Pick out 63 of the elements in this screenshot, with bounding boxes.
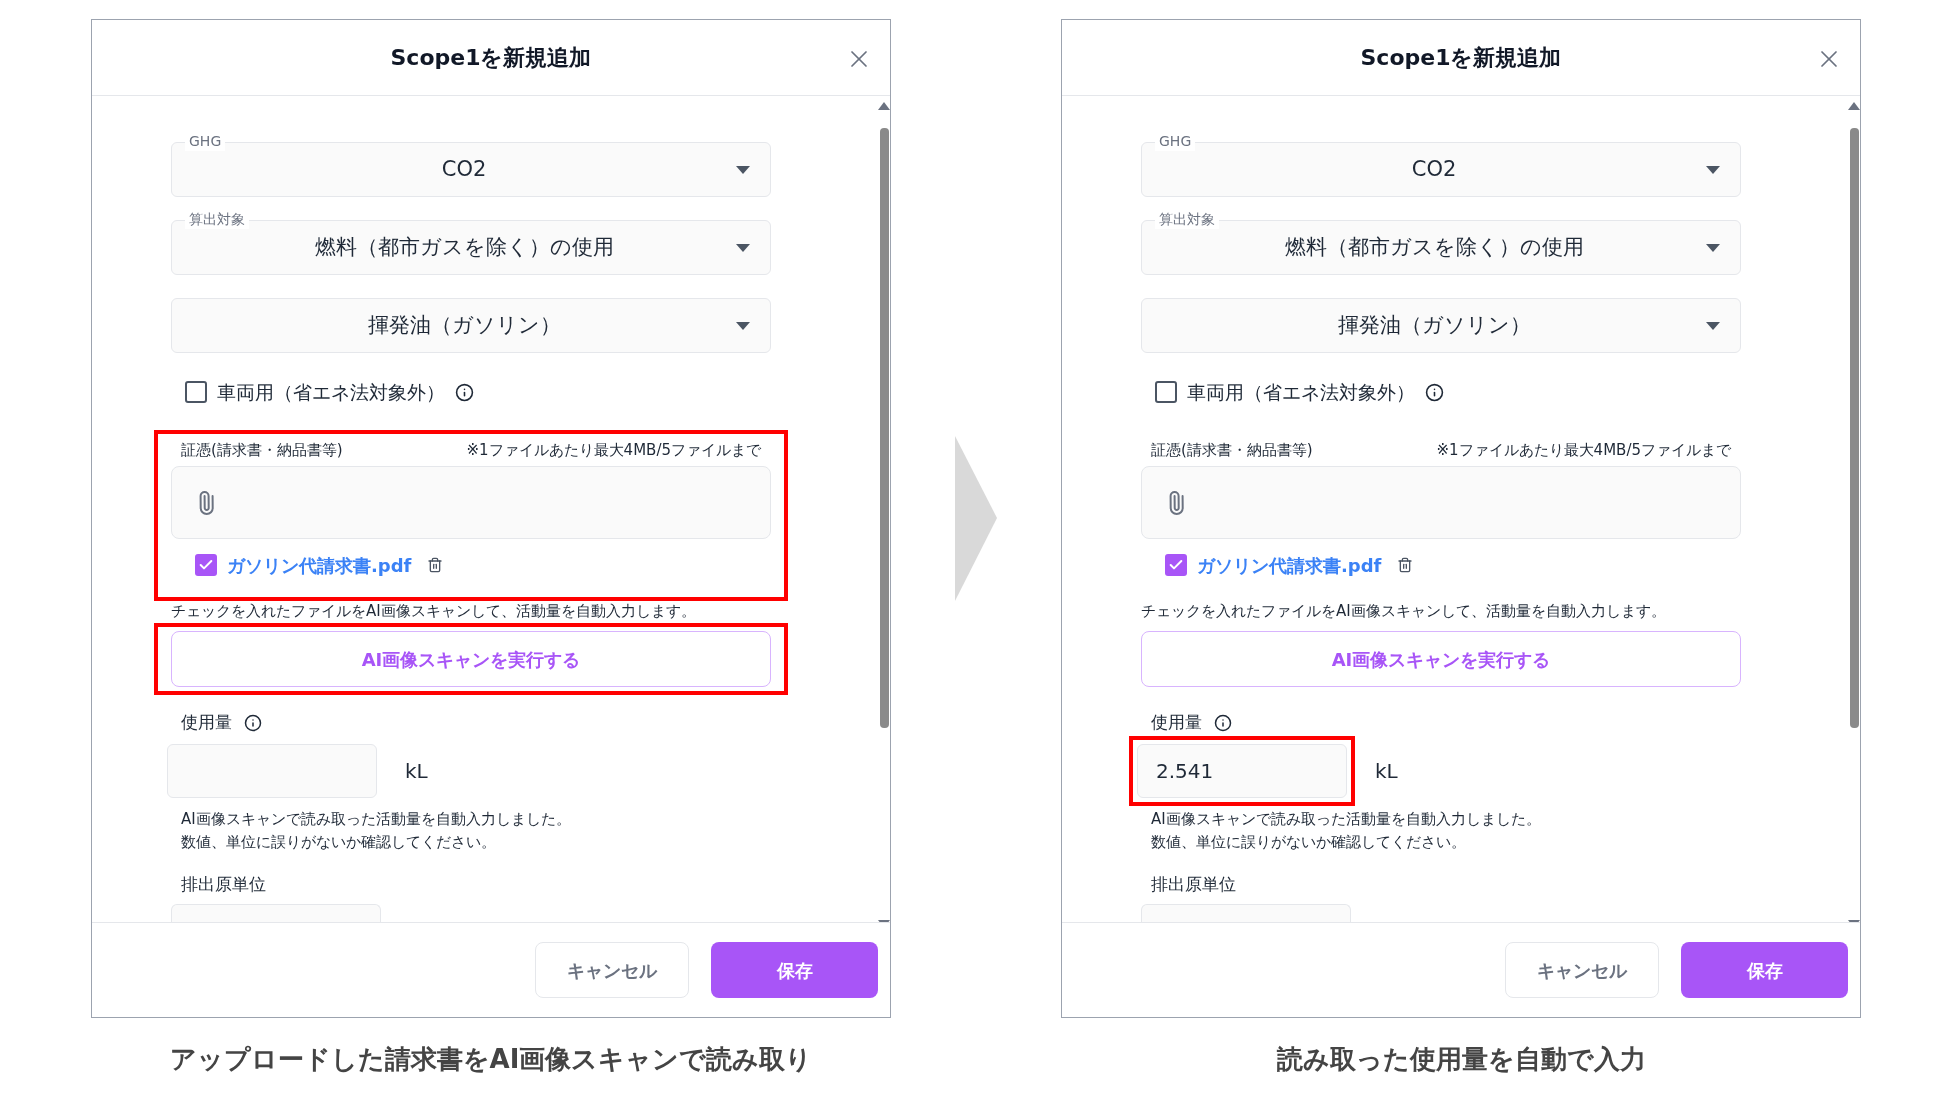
field-label: 算出対象 xyxy=(1155,209,1219,229)
file-link[interactable]: ガソリン代請求書.pdf xyxy=(1197,551,1382,579)
select-value: 燃料（都市ガスを除く）の使用 xyxy=(1283,233,1585,261)
emission-unit-label: 排出原単位 xyxy=(180,873,267,897)
trash-icon[interactable] xyxy=(427,557,444,574)
caret-icon xyxy=(736,321,750,330)
info-icon xyxy=(1425,382,1444,402)
usage-note: AI画像スキャンで読み取った活動量を自動入力しました。 xyxy=(181,809,572,831)
select-value: 揮発油（ガソリン） xyxy=(1336,311,1532,339)
unit-label: kL xyxy=(405,758,428,786)
caret-icon xyxy=(1706,165,1720,174)
evidence-label: 証憑(請求書・納品書等) xyxy=(181,439,343,461)
select-value: 燃料（都市ガスを除く）の使用 xyxy=(313,233,615,261)
cancel-button[interactable]: キャンセル xyxy=(535,942,689,998)
trash-icon[interactable] xyxy=(1397,557,1414,574)
ai-scan-button[interactable]: AI画像スキャンを実行する xyxy=(171,631,771,688)
usage-note: 数値、単位に誤りがないか確認してください。 xyxy=(181,832,497,854)
select-field[interactable]: 揮発油（ガソリン） xyxy=(1141,298,1741,353)
info-icon xyxy=(244,713,262,732)
input-field[interactable] xyxy=(1141,903,1351,922)
emission-unit-label: 排出原単位 xyxy=(1150,873,1237,897)
dialog-title: Scope1を新規追加 xyxy=(1360,44,1562,72)
evidence-label: 証憑(請求書・納品書等) xyxy=(1151,439,1313,461)
caption: アップロードした請求書をAI画像スキャンで読み取り xyxy=(169,1043,813,1076)
scrollbar[interactable] xyxy=(878,102,890,922)
usage-label: 使用量 xyxy=(1151,711,1202,734)
checkbox[interactable] xyxy=(1165,554,1187,577)
caret-icon xyxy=(1706,321,1720,330)
file-limit-note: ※1ファイルあたり最大4MB/5ファイルまで xyxy=(1436,439,1731,461)
field-label: 算出対象 xyxy=(185,209,249,229)
dialog-title: Scope1を新規追加 xyxy=(390,44,592,72)
caret-icon xyxy=(1706,243,1720,252)
file-link[interactable]: ガソリン代請求書.pdf xyxy=(227,551,412,579)
checkbox-label: 車両用（省エネ法対象外） xyxy=(217,379,445,405)
input-field[interactable] xyxy=(171,903,381,922)
usage-input[interactable] xyxy=(167,744,377,799)
scan-hint: チェックを入れたファイルをAI画像スキャンして、活動量を自動入力します。 xyxy=(1141,601,1667,623)
select-value: CO2 xyxy=(440,155,488,183)
info-icon xyxy=(1214,713,1232,732)
save-button[interactable]: 保存 xyxy=(711,942,878,998)
select-value: CO2 xyxy=(1410,155,1458,183)
checkbox-label: 車両用（省エネ法対象外） xyxy=(1187,379,1415,405)
file-limit-note: ※1ファイルあたり最大4MB/5ファイルまで xyxy=(466,439,761,461)
info-icon xyxy=(455,382,474,402)
caret-icon xyxy=(736,165,750,174)
chevron-arrow-icon xyxy=(955,436,997,601)
scrollbar[interactable] xyxy=(1848,102,1860,922)
usage-input[interactable]: 2.541 xyxy=(1137,744,1347,799)
usage-note: 数値、単位に誤りがないか確認してください。 xyxy=(1151,832,1467,854)
unit-label: kL xyxy=(1375,758,1398,786)
checkbox[interactable] xyxy=(185,381,207,404)
select-field[interactable]: 揮発油（ガソリン） xyxy=(171,298,771,353)
checkbox[interactable] xyxy=(195,554,217,577)
caption: 読み取った使用量を自動で入力 xyxy=(1276,1043,1646,1076)
cancel-button[interactable]: キャンセル xyxy=(1505,942,1659,998)
save-button[interactable]: 保存 xyxy=(1681,942,1848,998)
caret-icon xyxy=(736,243,750,252)
select-value: 揮発油（ガソリン） xyxy=(366,311,562,339)
ai-scan-button[interactable]: AI画像スキャンを実行する xyxy=(1141,631,1741,688)
usage-label: 使用量 xyxy=(181,711,232,734)
checkbox[interactable] xyxy=(1155,381,1177,404)
usage-note: AI画像スキャンで読み取った活動量を自動入力しました。 xyxy=(1151,809,1542,831)
scan-hint: チェックを入れたファイルをAI画像スキャンして、活動量を自動入力します。 xyxy=(171,601,697,623)
